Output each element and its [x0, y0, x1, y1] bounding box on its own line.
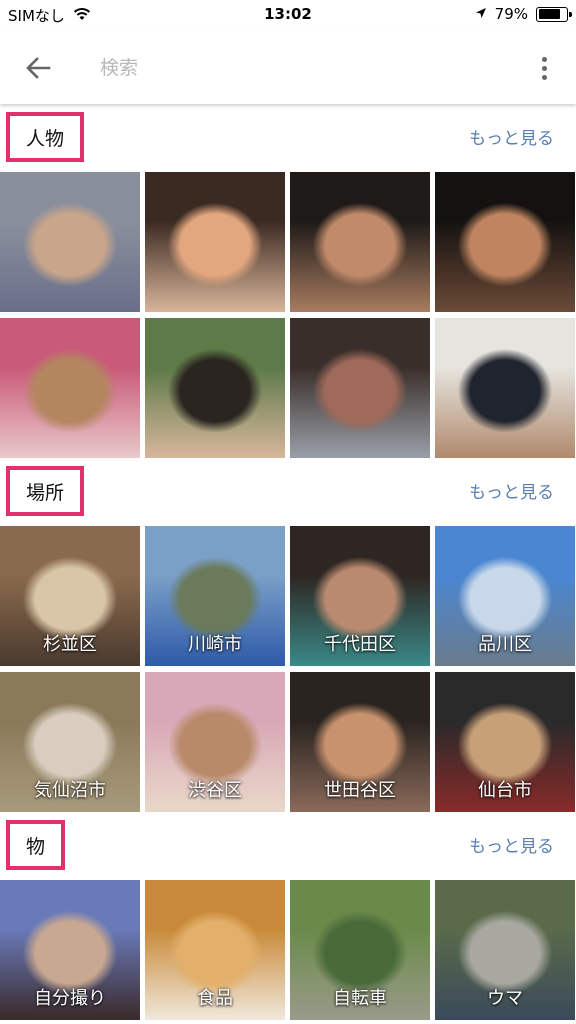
- section-title: 物: [26, 835, 46, 858]
- see-more-link[interactable]: もっと見る: [469, 832, 554, 857]
- photo-thumbnail: [290, 318, 430, 458]
- photo-thumbnail: [290, 172, 430, 312]
- more-vert-icon-dot: [541, 56, 547, 62]
- photo-tile[interactable]: 品川区: [435, 526, 575, 666]
- photo-thumbnail: [435, 172, 575, 312]
- battery-percent: 79%: [494, 5, 528, 23]
- battery-level: [538, 9, 560, 19]
- photo-tile[interactable]: [290, 318, 430, 458]
- photo-tile[interactable]: 自転車: [290, 880, 430, 1020]
- photo-tile[interactable]: 仙台市: [435, 672, 575, 812]
- more-vert-icon-dot: [541, 74, 547, 80]
- photo-tile[interactable]: 食品: [145, 880, 285, 1020]
- battery-icon: [536, 6, 572, 22]
- photo-tile[interactable]: 世田谷区: [290, 672, 430, 812]
- section-header-things: 物 もっと見る: [0, 820, 576, 878]
- section-header-people: 人物 もっと見る: [0, 112, 576, 170]
- status-bar: SIMなし 13:02 79%: [0, 0, 576, 30]
- tile-label: 世田谷区: [324, 780, 396, 801]
- tile-label: 仙台市: [478, 780, 532, 801]
- status-right: 79%: [475, 5, 572, 23]
- see-more-link[interactable]: もっと見る: [469, 124, 554, 149]
- app-bar: [0, 30, 576, 104]
- tile-label: 杉並区: [43, 634, 97, 655]
- section-title-box: 物: [6, 820, 66, 870]
- section-title: 人物: [26, 127, 65, 150]
- photo-thumbnail: [145, 172, 285, 312]
- photo-tile[interactable]: [145, 172, 285, 312]
- photo-tile[interactable]: 千代田区: [290, 526, 430, 666]
- photo-tile[interactable]: [290, 172, 430, 312]
- photo-tile[interactable]: 川崎市: [145, 526, 285, 666]
- see-more-link[interactable]: もっと見る: [469, 478, 554, 503]
- back-button[interactable]: [18, 50, 58, 86]
- tile-label: 自分撮り: [34, 988, 106, 1009]
- more-vert-icon-dot: [541, 65, 547, 71]
- tile-label: 千代田区: [324, 634, 396, 655]
- photo-tile[interactable]: [435, 318, 575, 458]
- section-title: 場所: [26, 481, 65, 504]
- photo-thumbnail: [0, 318, 140, 458]
- overflow-menu-button[interactable]: [526, 50, 562, 86]
- photo-tile[interactable]: [0, 318, 140, 458]
- photo-thumbnail: [0, 172, 140, 312]
- photo-tile[interactable]: [145, 318, 285, 458]
- places-grid: 杉並区 川崎市 千代田区 品川区気仙沼市 渋谷区 世田谷区 仙台市: [0, 526, 576, 812]
- tile-label: 川崎市: [188, 634, 242, 655]
- tile-label: ウマ: [487, 988, 523, 1009]
- photo-tile[interactable]: 気仙沼市: [0, 672, 140, 812]
- back-arrow-icon: [26, 57, 51, 79]
- photo-tile[interactable]: [435, 172, 575, 312]
- tile-label: 品川区: [478, 634, 532, 655]
- section-title-box: 人物: [6, 112, 85, 162]
- tile-label: 食品: [197, 988, 233, 1009]
- photo-tile[interactable]: 自分撮り: [0, 880, 140, 1020]
- photo-thumbnail: [145, 318, 285, 458]
- tile-label: 渋谷区: [188, 780, 242, 801]
- people-grid: [0, 172, 576, 458]
- things-grid: 自分撮り 食品 自転車 ウマ: [0, 880, 576, 1020]
- photo-thumbnail: [435, 318, 575, 458]
- section-title-box: 場所: [6, 466, 85, 516]
- photo-tile[interactable]: [0, 172, 140, 312]
- photo-tile[interactable]: 杉並区: [0, 526, 140, 666]
- section-header-places: 場所 もっと見る: [0, 466, 576, 524]
- tile-label: 自転車: [333, 988, 387, 1009]
- tile-label: 気仙沼市: [34, 780, 106, 801]
- location-arrow-icon: [475, 5, 487, 23]
- photo-tile[interactable]: ウマ: [435, 880, 575, 1020]
- search-input[interactable]: [100, 52, 480, 84]
- photo-tile[interactable]: 渋谷区: [145, 672, 285, 812]
